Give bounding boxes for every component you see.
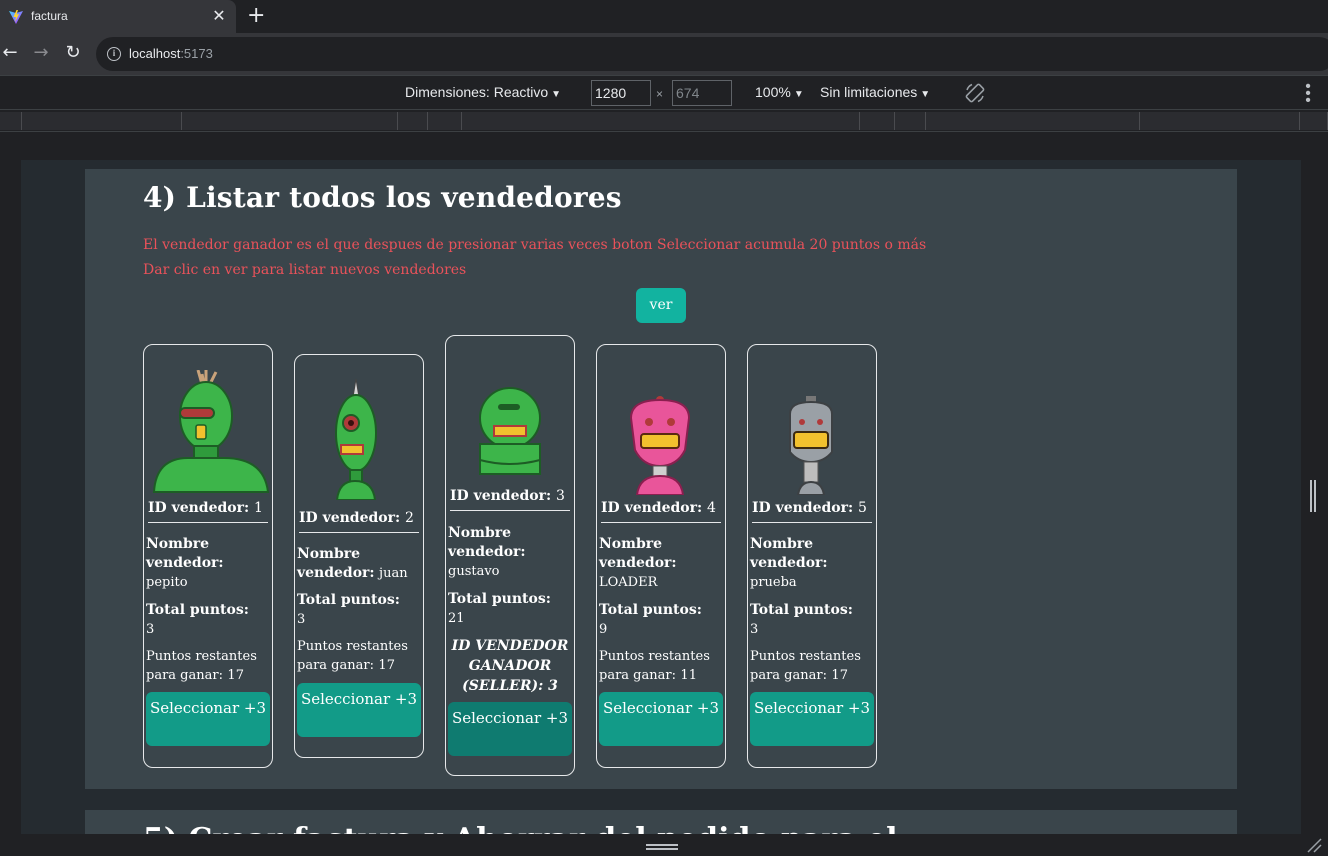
robot-avatar-icon bbox=[629, 396, 691, 495]
seller-card: ID vendedor: 4 Nombre vendedor: LOADER To… bbox=[596, 344, 726, 768]
media-query-ruler bbox=[0, 110, 1328, 132]
reload-icon[interactable]: ↻ bbox=[63, 42, 83, 64]
info-icon[interactable]: i bbox=[107, 47, 121, 61]
caret-down-icon: ▼ bbox=[920, 89, 931, 100]
caret-down-icon: ▼ bbox=[793, 89, 804, 100]
seller-remaining-points: Puntos restantes para ganar: 11 bbox=[599, 649, 710, 683]
seller-name: Nombre vendedor: juan bbox=[297, 546, 408, 581]
robot-avatar-icon bbox=[789, 396, 833, 495]
ruler-segment[interactable] bbox=[22, 112, 182, 130]
seller-name: Nombre vendedor: gustavo bbox=[448, 525, 526, 579]
dimension-separator: × bbox=[656, 87, 664, 101]
winner-text: ID VENDEDOR GANADOR (SELLER): 3 bbox=[451, 638, 569, 694]
tab-strip: factura ✕ + bbox=[0, 0, 1328, 33]
instruction-text: Dar clic en ver para listar nuevos vende… bbox=[143, 262, 467, 278]
rotate-icon[interactable] bbox=[963, 81, 987, 105]
seller-id: ID vendedor: 1 bbox=[148, 500, 268, 523]
ruler-segment[interactable] bbox=[926, 112, 1140, 130]
select-button[interactable]: Seleccionar +3 bbox=[750, 692, 874, 746]
seller-total-points: Total puntos: 3 bbox=[146, 602, 249, 637]
ruler-segment[interactable] bbox=[895, 112, 926, 130]
next-section-title: 5) Crear factura y Ahorrar del pedido pa… bbox=[143, 822, 898, 834]
seller-id: ID vendedor: 4 bbox=[601, 500, 721, 523]
seller-card: ID vendedor: 5 Nombre vendedor: prueba To… bbox=[747, 344, 877, 768]
viewport-bottom-bar bbox=[0, 834, 1328, 856]
dimensions-dropdown[interactable]: Dimensiones: Reactivo ▼ bbox=[405, 84, 561, 100]
browser-tab[interactable]: factura ✕ bbox=[0, 0, 236, 33]
page-body: 4) Listar todos los vendedores El vended… bbox=[21, 160, 1301, 834]
seller-id: ID vendedor: 2 bbox=[299, 510, 419, 533]
resize-handle-bottom[interactable] bbox=[646, 844, 678, 850]
forward-arrow-icon[interactable]: → bbox=[31, 42, 51, 64]
ruler-segment[interactable] bbox=[1300, 112, 1328, 130]
ruler-segment[interactable] bbox=[182, 112, 398, 130]
resize-handle-right[interactable] bbox=[1310, 480, 1316, 512]
browser-toolbar: ← → ↻ i localhost:5173 bbox=[0, 33, 1328, 75]
seller-total-points: Total puntos: 21 bbox=[448, 591, 551, 626]
ruler-segment[interactable] bbox=[462, 112, 860, 130]
address-bar[interactable]: i localhost:5173 bbox=[96, 37, 1328, 71]
new-tab-icon[interactable]: + bbox=[247, 3, 265, 28]
emulated-viewport: 4) Listar todos los vendedores El vended… bbox=[0, 132, 1328, 834]
close-tab-icon[interactable]: ✕ bbox=[211, 6, 227, 25]
robot-avatar-icon bbox=[335, 378, 377, 500]
ruler-segment[interactable] bbox=[1140, 112, 1300, 130]
seller-name: Nombre vendedor: LOADER bbox=[599, 536, 677, 590]
viewport-height-input[interactable]: 674 bbox=[672, 80, 732, 106]
seller-remaining-points: Puntos restantes para ganar: 17 bbox=[297, 639, 408, 673]
seller-total-points: Total puntos: 3 bbox=[750, 602, 853, 637]
sellers-section: 4) Listar todos los vendedores El vended… bbox=[85, 169, 1237, 789]
select-button[interactable]: Seleccionar +3 bbox=[297, 683, 421, 737]
caret-down-icon: ▼ bbox=[551, 89, 562, 100]
ruler-segment[interactable] bbox=[860, 112, 895, 130]
robot-avatar-icon bbox=[152, 370, 270, 493]
seller-id: ID vendedor: 3 bbox=[450, 488, 570, 511]
seller-remaining-points: Puntos restantes para ganar: 17 bbox=[146, 649, 257, 683]
zoom-dropdown[interactable]: 100% ▼ bbox=[755, 84, 804, 100]
seller-card: ID vendedor: 2 Nombre vendedor: juan Tot… bbox=[294, 354, 424, 758]
throttling-dropdown[interactable]: Sin limitaciones ▼ bbox=[820, 84, 930, 100]
robot-avatar-icon bbox=[479, 387, 541, 475]
select-button[interactable]: Seleccionar +3 bbox=[599, 692, 723, 746]
select-button[interactable]: Seleccionar +3 bbox=[448, 702, 572, 756]
section-title: 4) Listar todos los vendedores bbox=[143, 181, 622, 214]
ruler-segment[interactable] bbox=[0, 112, 22, 130]
seller-card: ID vendedor: 1 Nombre vendedor: pepito To… bbox=[143, 344, 273, 768]
ruler-segment[interactable] bbox=[398, 112, 428, 130]
seller-total-points: Total puntos: 9 bbox=[599, 602, 702, 637]
resize-corner-icon[interactable] bbox=[1306, 837, 1322, 853]
back-arrow-icon[interactable]: ← bbox=[0, 42, 20, 64]
seller-name: Nombre vendedor: pepito bbox=[146, 536, 224, 590]
seller-total-points: Total puntos: 3 bbox=[297, 592, 400, 627]
url-text[interactable]: localhost:5173 bbox=[129, 46, 213, 61]
more-options-icon[interactable]: • • • bbox=[1302, 79, 1314, 109]
vite-logo-icon bbox=[9, 10, 23, 24]
ver-button[interactable]: ver bbox=[636, 288, 686, 323]
viewport-width-input[interactable]: 1280 bbox=[591, 80, 651, 106]
ruler-segment[interactable] bbox=[428, 112, 462, 130]
device-toolbar: Dimensiones: Reactivo ▼ 1280 × 674 100% ▼ … bbox=[0, 75, 1328, 110]
seller-remaining-points: Puntos restantes para ganar: 17 bbox=[750, 649, 861, 683]
instruction-text: El vendedor ganador es el que despues de… bbox=[143, 237, 927, 253]
seller-id: ID vendedor: 5 bbox=[752, 500, 872, 523]
seller-name: Nombre vendedor: prueba bbox=[750, 536, 828, 590]
tab-title: factura bbox=[31, 9, 68, 23]
next-section: 5) Crear factura y Ahorrar del pedido pa… bbox=[85, 810, 1237, 834]
select-button[interactable]: Seleccionar +3 bbox=[146, 692, 270, 746]
seller-card: ID vendedor: 3 Nombre vendedor: gustavo T… bbox=[445, 335, 575, 776]
